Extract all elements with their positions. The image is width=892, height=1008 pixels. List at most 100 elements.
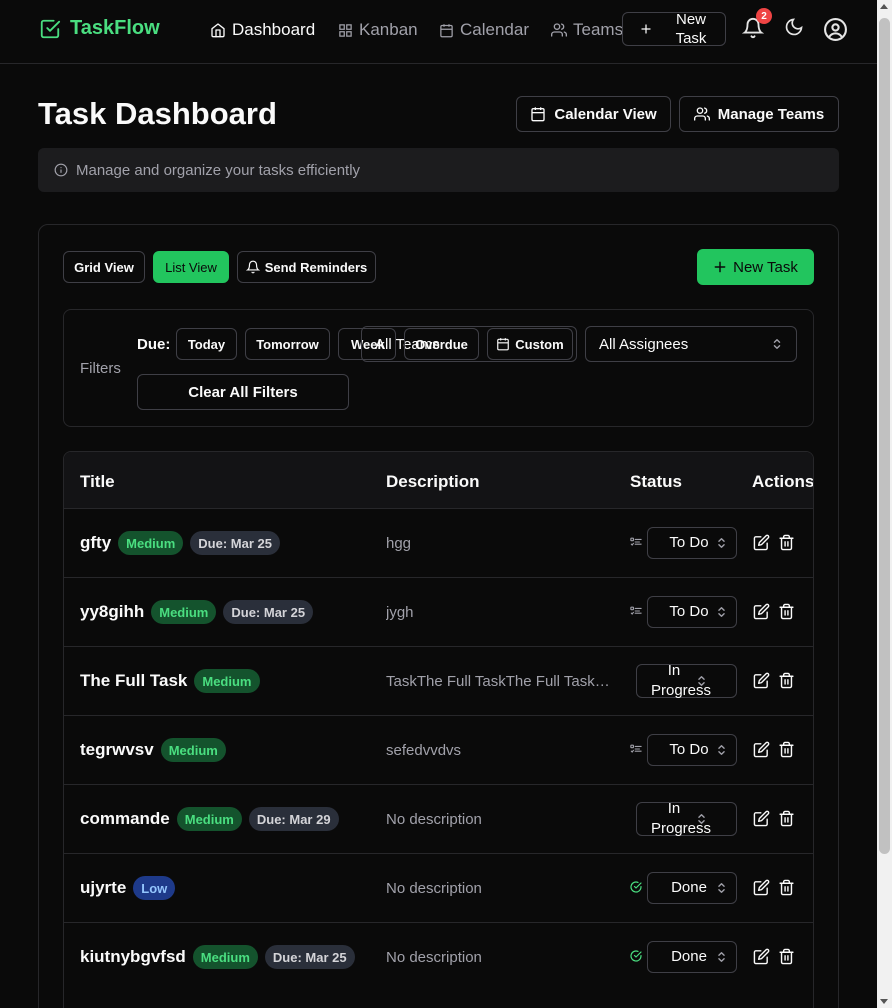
trash-icon[interactable] xyxy=(778,603,796,621)
users-icon xyxy=(551,23,567,37)
new-task-button[interactable]: New Task xyxy=(697,249,814,285)
task-title[interactable]: kiutnybgvfsd xyxy=(80,947,186,967)
table-row[interactable]: tegrwvsv Medium sefedvvdvs To Do xyxy=(64,715,813,784)
list-todo-icon xyxy=(630,536,642,548)
chevrons-up-down-icon xyxy=(718,883,725,893)
status-value: To Do xyxy=(669,534,709,551)
trash-icon[interactable] xyxy=(778,810,796,828)
task-title-cell: gfty Medium Due: Mar 25 xyxy=(80,509,280,577)
check-circle-icon xyxy=(630,881,642,893)
profile-button[interactable] xyxy=(823,17,847,41)
scroll-thumb[interactable] xyxy=(879,18,890,854)
nav-dashboard[interactable]: Dashboard xyxy=(210,19,315,41)
status-select[interactable]: To Do xyxy=(647,734,737,766)
manage-teams-button[interactable]: Manage Teams xyxy=(679,96,839,132)
table-row[interactable]: commande Medium Due: Mar 29 No description I… xyxy=(64,784,813,853)
grid-icon xyxy=(339,23,352,37)
check-circle-icon xyxy=(630,950,642,962)
send-reminders-button[interactable]: Send Reminders xyxy=(237,251,376,283)
task-title-cell: The Full Task Medium xyxy=(80,647,260,715)
task-title[interactable]: gfty xyxy=(80,533,111,553)
clear-filters-label: Clear All Filters xyxy=(188,383,298,401)
task-title[interactable]: yy8gihh xyxy=(80,602,144,622)
brand-logo[interactable]: TaskFlow xyxy=(39,17,160,40)
due-overdue-label: Overdue xyxy=(415,336,468,352)
theme-toggle-button[interactable] xyxy=(784,17,808,41)
task-description: jygh xyxy=(386,603,414,621)
task-title[interactable]: ujyrte xyxy=(80,878,126,898)
edit-icon[interactable] xyxy=(753,672,771,690)
list-view-button[interactable]: List View xyxy=(153,251,229,283)
due-overdue-button[interactable]: Overdue xyxy=(404,328,479,360)
calendar-view-button[interactable]: Calendar View xyxy=(516,96,671,132)
status-value: In Progress xyxy=(651,800,712,837)
column-header-description: Description xyxy=(386,472,480,491)
due-date-badge: Due: Mar 25 xyxy=(223,600,314,624)
top-navbar: TaskFlow Dashboard Kanban Calendar Teams… xyxy=(0,0,877,64)
task-description: hgg xyxy=(386,534,412,552)
grid-view-button[interactable]: Grid View xyxy=(63,251,145,283)
table-row[interactable]: ujyrte Low No description Done xyxy=(64,853,813,922)
tasks-table: Title Description Status Actions gfty Med… xyxy=(63,451,814,1008)
edit-icon[interactable] xyxy=(753,948,771,966)
task-title-cell: kiutnybgvfsd Medium Due: Mar 25 xyxy=(80,923,355,991)
edit-icon[interactable] xyxy=(753,741,771,759)
task-description: No description xyxy=(386,948,482,966)
new-task-label: New Task xyxy=(733,258,798,276)
page-scrollbar[interactable] xyxy=(877,0,892,1008)
status-select[interactable]: In Progress xyxy=(636,800,737,837)
due-today-button[interactable]: Today xyxy=(176,328,237,360)
priority-badge: Medium xyxy=(192,945,258,969)
nav-new-task-button[interactable]: New Task xyxy=(622,11,726,47)
info-text: Manage and organize your tasks efficient… xyxy=(76,161,361,179)
status-select[interactable]: In Progress xyxy=(636,662,737,699)
nav-kanban[interactable]: Kanban xyxy=(338,19,418,41)
priority-badge: Medium xyxy=(151,600,217,624)
table-row[interactable]: The Full Task Medium TaskThe Full TaskThe … xyxy=(64,646,813,715)
priority-badge: Medium xyxy=(194,669,260,693)
clear-filters-button[interactable]: Clear All Filters xyxy=(137,374,349,410)
notification-count-badge: 2 xyxy=(756,8,772,24)
grid-view-label: Grid View xyxy=(74,259,134,275)
task-title[interactable]: tegrwvsv xyxy=(80,740,154,760)
trash-icon[interactable] xyxy=(778,948,796,966)
task-title[interactable]: commande xyxy=(80,809,170,829)
due-date-badge: Due: Mar 25 xyxy=(190,531,280,555)
bell-icon xyxy=(245,260,260,274)
trash-icon[interactable] xyxy=(778,879,796,897)
status-select[interactable]: Done xyxy=(647,872,737,904)
due-tomorrow-button[interactable]: Tomorrow xyxy=(245,328,330,360)
chevrons-up-down-icon xyxy=(773,339,781,349)
assignee-select[interactable]: All Assignees xyxy=(585,326,797,362)
table-row[interactable]: yy8gihh Medium Due: Mar 25 jygh To Do xyxy=(64,577,813,646)
edit-icon[interactable] xyxy=(753,879,771,897)
task-description-cell: No description xyxy=(386,785,614,853)
chevrons-up-down-icon xyxy=(698,676,705,686)
scroll-down-arrow-icon[interactable] xyxy=(880,999,888,1004)
list-todo-icon xyxy=(630,605,642,617)
send-reminders-label: Send Reminders xyxy=(264,259,368,275)
status-select[interactable]: To Do xyxy=(647,527,737,559)
scroll-up-arrow-icon[interactable] xyxy=(880,4,888,9)
task-title[interactable]: The Full Task xyxy=(80,671,187,691)
edit-icon[interactable] xyxy=(753,810,771,828)
calendar-view-label: Calendar View xyxy=(554,105,657,123)
task-description: sefedvvdvs xyxy=(386,741,462,759)
edit-icon[interactable] xyxy=(753,534,771,552)
trash-icon[interactable] xyxy=(778,534,796,552)
table-row[interactable]: gfty Medium Due: Mar 25 hgg To Do xyxy=(64,508,813,577)
due-custom-button[interactable]: Custom xyxy=(487,328,573,360)
edit-icon[interactable] xyxy=(753,603,771,621)
nav-calendar[interactable]: Calendar xyxy=(439,19,529,41)
trash-icon[interactable] xyxy=(778,741,796,759)
table-row[interactable]: kiutnybgvfsd Medium Due: Mar 25 No descript… xyxy=(64,922,813,991)
status-select[interactable]: To Do xyxy=(647,596,737,628)
priority-badge: Medium xyxy=(118,531,184,555)
trash-icon[interactable] xyxy=(778,672,796,690)
chevrons-up-down-icon xyxy=(718,952,725,962)
column-header-status: Status xyxy=(630,472,682,491)
status-select[interactable]: Done xyxy=(647,941,737,973)
priority-badge: Medium xyxy=(176,807,242,831)
chevrons-up-down-icon xyxy=(718,745,725,755)
nav-teams[interactable]: Teams xyxy=(551,19,623,41)
